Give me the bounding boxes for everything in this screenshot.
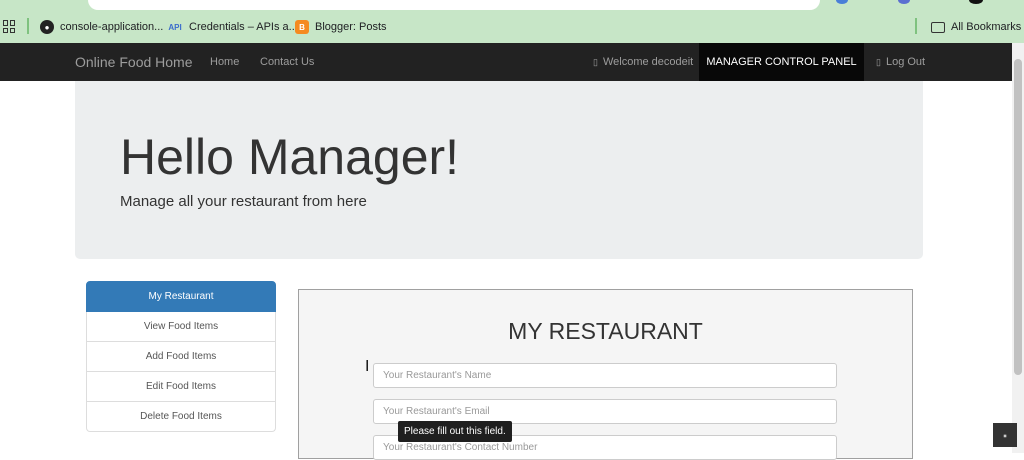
blogger-icon: B <box>295 20 309 34</box>
folder-icon <box>931 21 945 33</box>
bookmark-label: Credentials – APIs a... <box>189 21 298 33</box>
sidebar-item-my-restaurant[interactable]: My Restaurant <box>86 281 276 312</box>
bookmark-console-application[interactable]: ● console-application... <box>40 18 163 36</box>
watermark-logo: ◼ <box>993 423 1017 447</box>
restaurant-form-panel: MY RESTAURANT <box>298 289 913 460</box>
browser-toolbar: ● console-application... API Credentials… <box>0 0 1024 43</box>
bookmark-separator <box>915 18 917 34</box>
github-icon: ● <box>40 20 54 34</box>
restaurant-name-input[interactable] <box>373 363 837 388</box>
nav-contact-link[interactable]: Contact Us <box>260 56 314 68</box>
extension-icon[interactable] <box>898 0 910 4</box>
bookmark-blogger-posts[interactable]: B Blogger: Posts <box>295 18 387 36</box>
nav-home-link[interactable]: Home <box>210 56 239 68</box>
all-bookmarks-button[interactable]: All Bookmarks <box>931 18 1021 36</box>
extension-icon[interactable] <box>836 0 848 4</box>
manager-control-panel-link[interactable]: MANAGER CONTROL PANEL <box>699 43 864 81</box>
profile-avatar[interactable] <box>969 0 983 4</box>
sidebar-item-edit-food-items[interactable]: Edit Food Items <box>86 372 276 402</box>
page-scrollbar[interactable] <box>1012 43 1024 453</box>
page-title: Hello Manager! <box>120 129 460 185</box>
form-title: MY RESTAURANT <box>508 318 703 344</box>
brand-link[interactable]: Online Food Home <box>75 54 193 70</box>
welcome-link[interactable]: ▯ Welcome decodeit <box>593 56 693 68</box>
bookmark-label: Blogger: Posts <box>315 21 387 33</box>
jumbotron: Hello Manager! Manage all your restauran… <box>75 81 923 259</box>
sidebar-item-view-food-items[interactable]: View Food Items <box>86 312 276 342</box>
user-icon: ▯ <box>593 56 598 67</box>
scrollbar-thumb[interactable] <box>1014 59 1022 375</box>
api-icon: API <box>168 22 182 32</box>
sidebar-menu: My Restaurant View Food Items Add Food I… <box>86 281 276 432</box>
bookmark-credentials[interactable]: API Credentials – APIs a... <box>167 18 298 36</box>
sidebar-item-add-food-items[interactable]: Add Food Items <box>86 342 276 372</box>
sidebar-item-delete-food-items[interactable]: Delete Food Items <box>86 402 276 432</box>
apps-grid-icon[interactable] <box>3 20 16 33</box>
control-panel-label: MANAGER CONTROL PANEL <box>706 56 857 68</box>
validation-tooltip: Please fill out this field. <box>398 421 512 442</box>
site-navbar: Online Food Home Home Contact Us ▯ Welco… <box>0 43 1012 81</box>
logout-icon: ▯ <box>876 56 881 67</box>
welcome-text: Welcome decodeit <box>602 56 694 68</box>
bookmark-separator <box>27 18 29 34</box>
text-cursor-icon: I <box>365 357 370 375</box>
all-bookmarks-label: All Bookmarks <box>951 21 1022 33</box>
page-subtitle: Manage all your restaurant from here <box>120 193 367 210</box>
logout-text: Log Out <box>885 56 926 68</box>
address-bar[interactable] <box>88 0 820 10</box>
bookmark-label: console-application... <box>60 21 164 33</box>
logout-link[interactable]: ▯ Log Out <box>876 56 925 68</box>
